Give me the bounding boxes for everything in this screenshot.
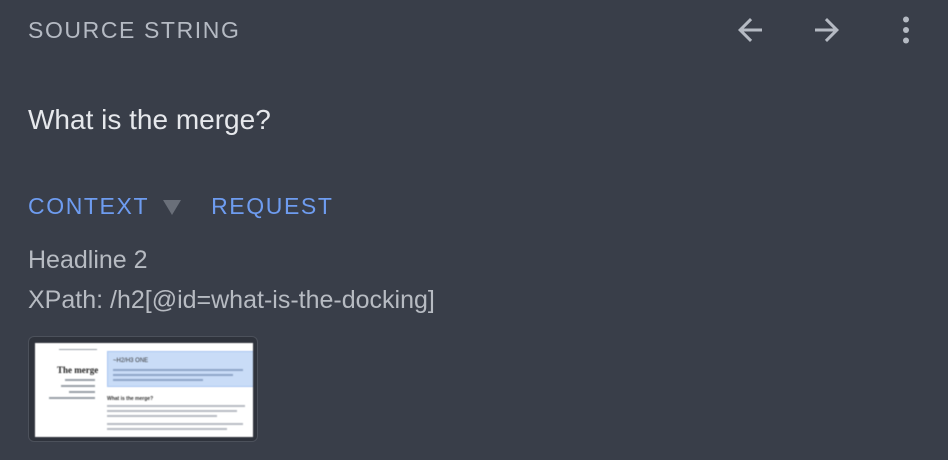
more-vertical-icon: [888, 12, 924, 48]
thumb-text-line: [113, 369, 243, 371]
thumb-subheading: What is the merge?: [107, 396, 154, 402]
thumb-text-line: [113, 379, 203, 381]
forward-button[interactable]: [807, 10, 847, 50]
context-tabs: CONTEXT REQUEST: [28, 190, 333, 222]
thumb-text-line: [113, 374, 233, 376]
arrow-left-icon: [732, 12, 768, 48]
source-string-text: What is the merge?: [28, 104, 271, 135]
thumb-nav-line: [61, 385, 95, 387]
thumb-nav-line: [49, 397, 95, 399]
thumb-nav-line: [65, 379, 95, 381]
more-menu-button[interactable]: [886, 10, 926, 50]
thumb-text-line: [107, 423, 243, 425]
thumb-text-line: [107, 410, 237, 412]
context-element-type: Headline 2: [28, 246, 148, 274]
thumb-nav-line: [59, 349, 97, 350]
caret-down-icon[interactable]: [163, 199, 182, 215]
back-button[interactable]: [730, 10, 770, 50]
thumb-heading: The merge: [57, 365, 99, 375]
thumbnail-preview: The merge ~H2/H3 ONE What is the merge?: [35, 343, 253, 437]
thumb-highlight-title: ~H2/H3 ONE: [113, 358, 149, 364]
section-label: SOURCE STRING: [28, 17, 241, 43]
thumb-text-line: [107, 428, 227, 430]
thumb-text-line: [107, 405, 245, 407]
tab-context[interactable]: CONTEXT: [28, 190, 149, 222]
thumb-text-line: [107, 415, 217, 417]
context-screenshot-thumbnail[interactable]: The merge ~H2/H3 ONE What is the merge?: [28, 336, 258, 442]
context-xpath: XPath: /h2[@id=what-is-the-docking]: [28, 286, 435, 314]
thumb-nav-line: [69, 391, 95, 393]
tab-request[interactable]: REQUEST: [211, 190, 333, 222]
source-string-panel: SOURCE STRING What is the merge? CONTEXT…: [0, 0, 948, 460]
arrow-right-icon: [809, 12, 845, 48]
